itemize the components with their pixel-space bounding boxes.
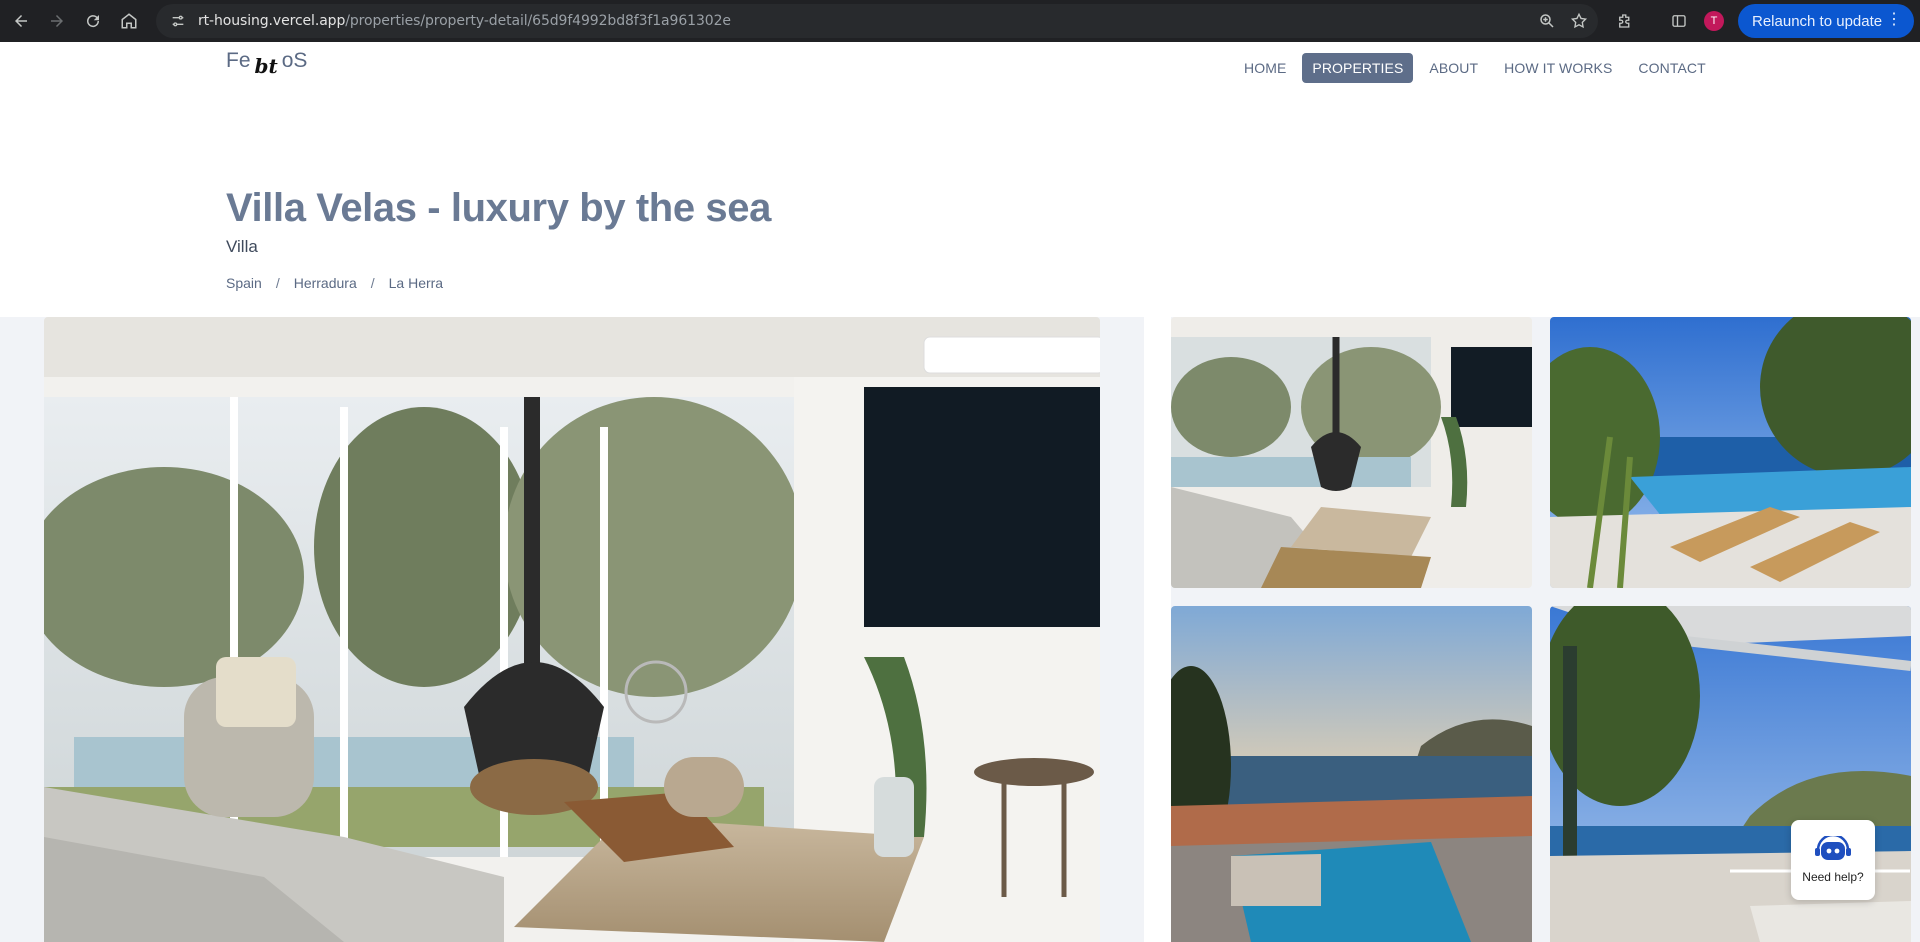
breadcrumb-city[interactable]: Herradura	[294, 275, 357, 291]
nav-home[interactable]: HOME	[1234, 53, 1296, 83]
logo-text-left: Fe	[226, 49, 251, 72]
extensions-button[interactable]	[1610, 6, 1640, 36]
gallery-thumb-1[interactable]	[1171, 317, 1532, 588]
help-label: Need help?	[1802, 870, 1864, 884]
reload-icon	[87, 15, 100, 28]
relaunch-button[interactable]: Relaunch to update ⋮	[1738, 4, 1914, 38]
forward-button[interactable]	[42, 6, 72, 36]
gallery-thumb-3[interactable]	[1171, 606, 1532, 942]
browser-toolbar: rt-housing.vercel.app/properties/propert…	[0, 0, 1920, 42]
home-icon	[121, 13, 137, 29]
property-title: Villa Velas - luxury by the sea	[226, 186, 771, 230]
breadcrumb-country[interactable]: Spain	[226, 275, 262, 291]
breadcrumb-separator: /	[275, 275, 280, 291]
breadcrumb-separator: /	[370, 275, 375, 291]
nav-how-it-works[interactable]: HOW IT WORKS	[1494, 53, 1622, 83]
puzzle-icon	[1619, 14, 1630, 28]
url-host: rt-housing.vercel.app	[198, 13, 346, 29]
arrow-left-icon	[15, 15, 27, 27]
help-widget[interactable]: Need help?	[1791, 820, 1875, 900]
url-text: rt-housing.vercel.app/properties/propert…	[198, 13, 731, 29]
nav-about[interactable]: ABOUT	[1419, 53, 1488, 83]
gallery-thumb-2[interactable]	[1550, 317, 1911, 588]
zoom-icon[interactable]	[1538, 12, 1556, 30]
property-type: Villa	[226, 237, 258, 256]
address-bar[interactable]: rt-housing.vercel.app/properties/propert…	[156, 4, 1598, 38]
breadcrumb-area[interactable]: La Herra	[389, 275, 443, 291]
url-path: /properties/property-detail/65d9f4992bd8…	[345, 13, 731, 29]
nav-contact[interactable]: CONTACT	[1628, 53, 1715, 83]
side-panel-icon	[1672, 15, 1686, 27]
profile-avatar[interactable]: T	[1704, 11, 1724, 31]
support-agent-icon	[1815, 836, 1851, 860]
bookmark-star-icon[interactable]	[1570, 12, 1588, 30]
main-nav: HOME PROPERTIES ABOUT HOW IT WORKS CONTA…	[1234, 53, 1716, 83]
more-vert-icon[interactable]: ⋮	[1886, 12, 1902, 28]
arrow-right-icon	[51, 15, 63, 27]
site-info-icon[interactable]	[166, 9, 190, 33]
logo-mark: bt	[254, 54, 278, 78]
nav-properties[interactable]: PROPERTIES	[1302, 53, 1414, 83]
reload-button[interactable]	[78, 6, 108, 36]
gallery-main-photo[interactable]	[44, 317, 1100, 942]
back-button[interactable]	[6, 6, 36, 36]
breadcrumb: Spain / Herradura / La Herra	[226, 275, 443, 291]
home-button[interactable]	[114, 6, 144, 36]
site-logo[interactable]: Fe bt oS	[226, 48, 308, 78]
relaunch-label: Relaunch to update	[1752, 12, 1883, 30]
side-panel-button[interactable]	[1664, 6, 1694, 36]
logo-text-right: oS	[281, 49, 308, 72]
